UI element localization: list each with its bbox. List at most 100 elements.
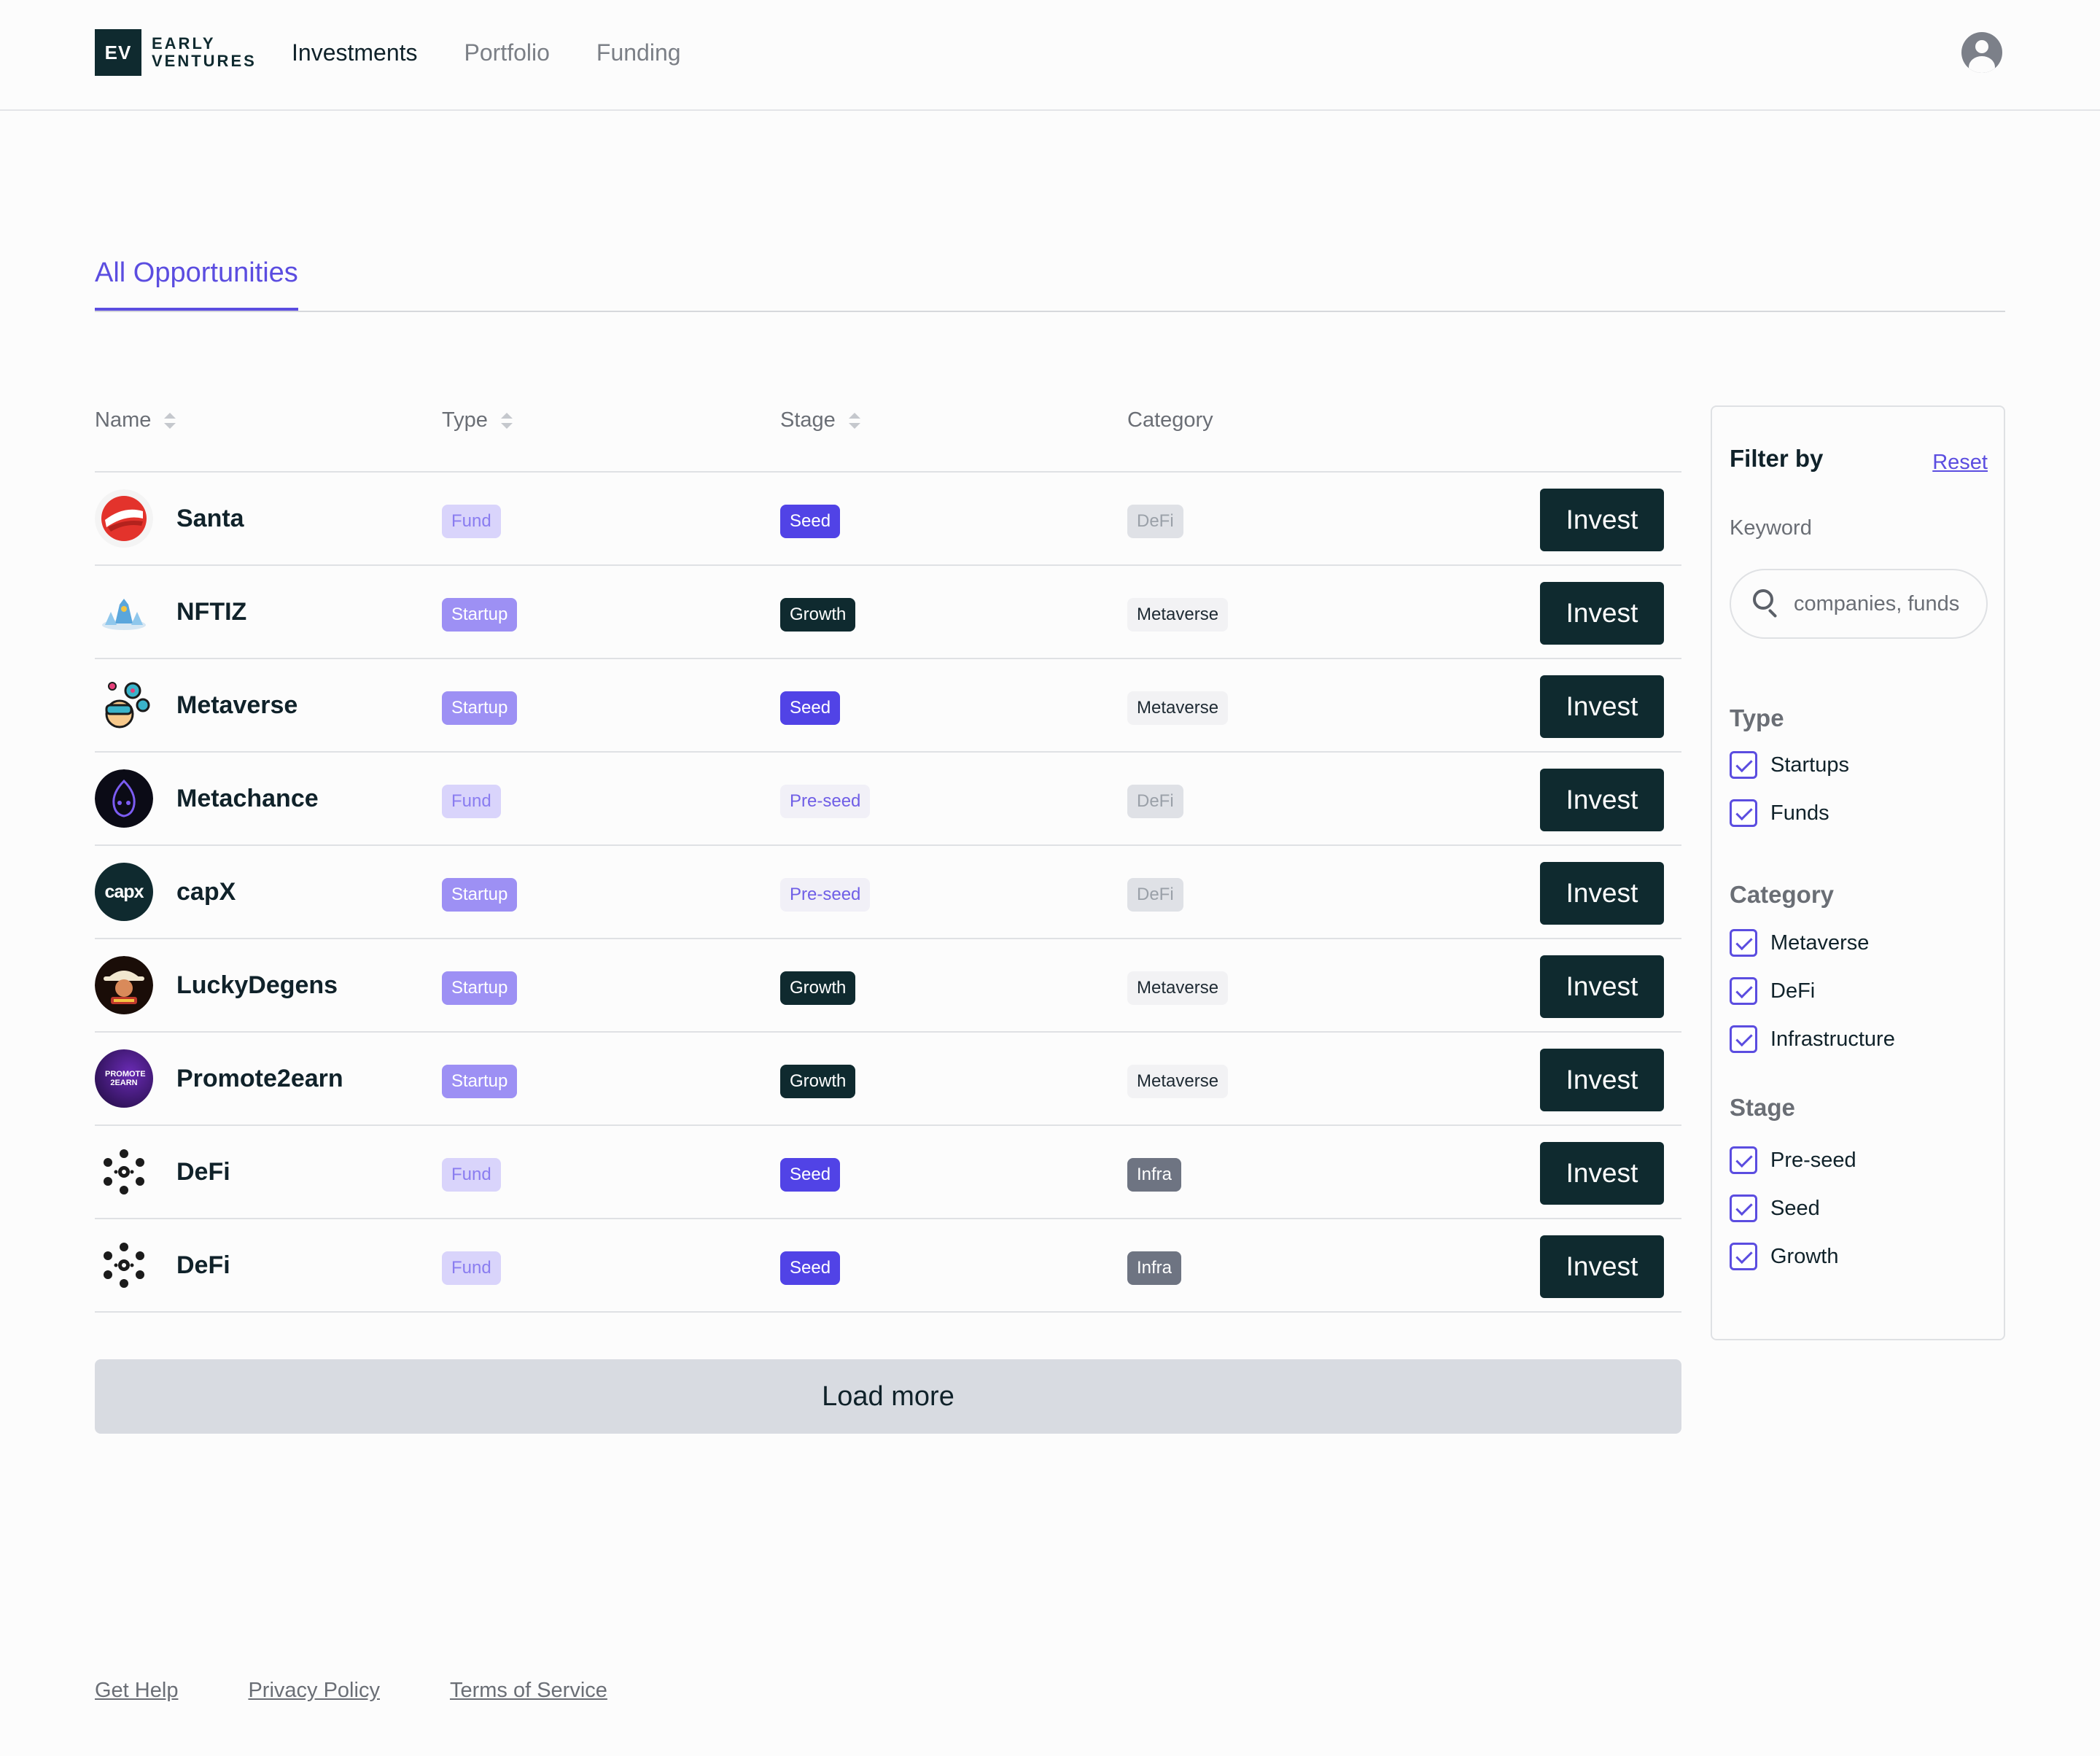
type-badge: Startup [442, 878, 518, 912]
invest-button[interactable]: Invest [1540, 489, 1664, 551]
column-header-stage[interactable]: Stage [780, 408, 860, 432]
column-header-category: Category [1127, 408, 1213, 432]
invest-button[interactable]: Invest [1540, 1142, 1664, 1205]
brand-line-1: EARLY [152, 34, 216, 53]
company-name[interactable]: capX [176, 878, 236, 906]
filter-option-startups[interactable]: Startups [1730, 750, 1849, 780]
checkbox-checked-icon[interactable] [1730, 799, 1757, 827]
table-row[interactable]: Metachance Fund Pre-seed DeFi Invest [95, 753, 1681, 846]
company-name[interactable]: NFTIZ [176, 598, 246, 626]
type-badge: Startup [442, 1065, 518, 1098]
search-icon-handle [1768, 608, 1778, 618]
sort-icon[interactable] [500, 412, 513, 429]
table-row[interactable]: LuckyDegens Startup Growth Metaverse Inv… [95, 939, 1681, 1033]
keyword-label: Keyword [1730, 516, 1812, 540]
luckydegens-logo-icon [95, 956, 153, 1014]
stage-badge: Pre-seed [780, 878, 871, 912]
type-badge: Fund [442, 1251, 501, 1285]
top-navigation-bar: EV EARLY VENTURES Investments Portfolio … [0, 0, 2100, 111]
company-name[interactable]: LuckyDegens [176, 971, 338, 1000]
user-avatar-icon[interactable] [1961, 32, 2002, 73]
reset-filters-link[interactable]: Reset [1932, 451, 1988, 475]
load-more-button[interactable]: Load more [95, 1359, 1681, 1434]
checkbox-checked-icon[interactable] [1730, 1146, 1757, 1174]
sort-icon[interactable] [848, 412, 860, 429]
stage-badge: Seed [780, 691, 841, 725]
filter-option-label: DeFi [1770, 979, 1816, 1003]
capx-logo-icon: capx [95, 863, 153, 921]
category-badge: Metaverse [1127, 691, 1229, 725]
sort-icon[interactable] [164, 412, 176, 429]
checkbox-checked-icon[interactable] [1730, 929, 1757, 957]
filter-option-label: Infrastructure [1770, 1027, 1895, 1051]
checkbox-checked-icon[interactable] [1730, 1243, 1757, 1270]
nftiz-logo-icon [95, 583, 153, 641]
table-row[interactable]: capx capX Startup Pre-seed DeFi Invest [95, 846, 1681, 939]
filter-option-infrastructure[interactable]: Infrastructure [1730, 1024, 1895, 1054]
type-badge: Fund [442, 785, 501, 818]
stage-badge: Seed [780, 1251, 841, 1285]
company-name[interactable]: Promote2earn [176, 1065, 343, 1093]
column-header-name[interactable]: Name [95, 408, 176, 432]
checkbox-checked-icon[interactable] [1730, 1194, 1757, 1222]
table-row[interactable]: NFTIZ Startup Growth Metaverse Invest [95, 566, 1681, 659]
table-row[interactable]: Santa Fund Seed DeFi Invest [95, 473, 1681, 566]
table-row[interactable]: DeFi Fund Seed Infra Invest [95, 1219, 1681, 1313]
category-badge: Infra [1127, 1251, 1182, 1285]
tab-all-opportunities[interactable]: All Opportunities [95, 255, 298, 311]
nav-investments[interactable]: Investments [292, 36, 418, 69]
filter-option-seed[interactable]: Seed [1730, 1193, 1820, 1224]
metaverse-logo-icon [95, 676, 153, 734]
filter-option-pre-seed[interactable]: Pre-seed [1730, 1145, 1856, 1176]
footer-link-privacy-policy[interactable]: Privacy Policy [248, 1679, 380, 1703]
column-header-stage-label: Stage [780, 408, 836, 432]
type-badge: Startup [442, 598, 518, 632]
table-row[interactable]: Metaverse Startup Seed Metaverse Invest [95, 659, 1681, 753]
footer-link-get-help[interactable]: Get Help [95, 1679, 178, 1703]
filter-option-growth[interactable]: Growth [1730, 1241, 1838, 1272]
avatar-shoulders [1969, 56, 1995, 73]
footer-link-terms-of-service[interactable]: Terms of Service [450, 1679, 607, 1703]
table-row[interactable]: DeFi Fund Seed Infra Invest [95, 1126, 1681, 1219]
filter-title: Filter by [1730, 445, 1824, 472]
filter-option-metaverse[interactable]: Metaverse [1730, 928, 1869, 958]
invest-button[interactable]: Invest [1540, 769, 1664, 831]
column-header-name-label: Name [95, 408, 152, 432]
company-cell: DeFi [95, 1236, 230, 1294]
invest-button[interactable]: Invest [1540, 955, 1664, 1018]
keyword-search-input[interactable] [1794, 588, 1976, 620]
column-header-type[interactable]: Type [442, 408, 513, 432]
checkbox-checked-icon[interactable] [1730, 751, 1757, 779]
santa-logo-icon [95, 489, 153, 548]
company-name[interactable]: Metachance [176, 785, 319, 813]
defi-network-logo-icon [95, 1236, 153, 1294]
stage-badge: Seed [780, 1158, 841, 1192]
nav-funding[interactable]: Funding [596, 36, 681, 69]
filter-option-label: Funds [1770, 801, 1829, 825]
invest-button[interactable]: Invest [1540, 1049, 1664, 1111]
company-cell: LuckyDegens [95, 956, 338, 1014]
invest-button[interactable]: Invest [1540, 582, 1664, 645]
column-header-category-label: Category [1127, 408, 1213, 432]
filter-option-label: Growth [1770, 1244, 1839, 1268]
invest-button[interactable]: Invest [1540, 675, 1664, 738]
keyword-search[interactable] [1730, 569, 1988, 639]
tab-bar: All Opportunities [95, 255, 2005, 312]
checkbox-checked-icon[interactable] [1730, 1025, 1757, 1053]
table-row[interactable]: PROMOTE 2EARN Promote2earn Startup Growt… [95, 1033, 1681, 1126]
company-name[interactable]: DeFi [176, 1158, 230, 1186]
column-header-type-label: Type [442, 408, 488, 432]
invest-button[interactable]: Invest [1540, 1235, 1664, 1298]
company-name[interactable]: Metaverse [176, 691, 298, 720]
brand-logo[interactable]: EV EARLY VENTURES [95, 29, 257, 76]
company-name[interactable]: DeFi [176, 1251, 230, 1280]
filter-option-defi[interactable]: DeFi [1730, 976, 1815, 1006]
invest-button[interactable]: Invest [1540, 862, 1664, 925]
checkbox-checked-icon[interactable] [1730, 977, 1757, 1005]
promote2earn-logo-icon: PROMOTE 2EARN [95, 1049, 153, 1108]
table-header: Name Type Stage Category [95, 394, 1681, 473]
nav-portfolio[interactable]: Portfolio [464, 36, 550, 69]
filter-option-funds[interactable]: Funds [1730, 798, 1829, 828]
category-badge: Metaverse [1127, 598, 1229, 632]
company-name[interactable]: Santa [176, 505, 244, 533]
